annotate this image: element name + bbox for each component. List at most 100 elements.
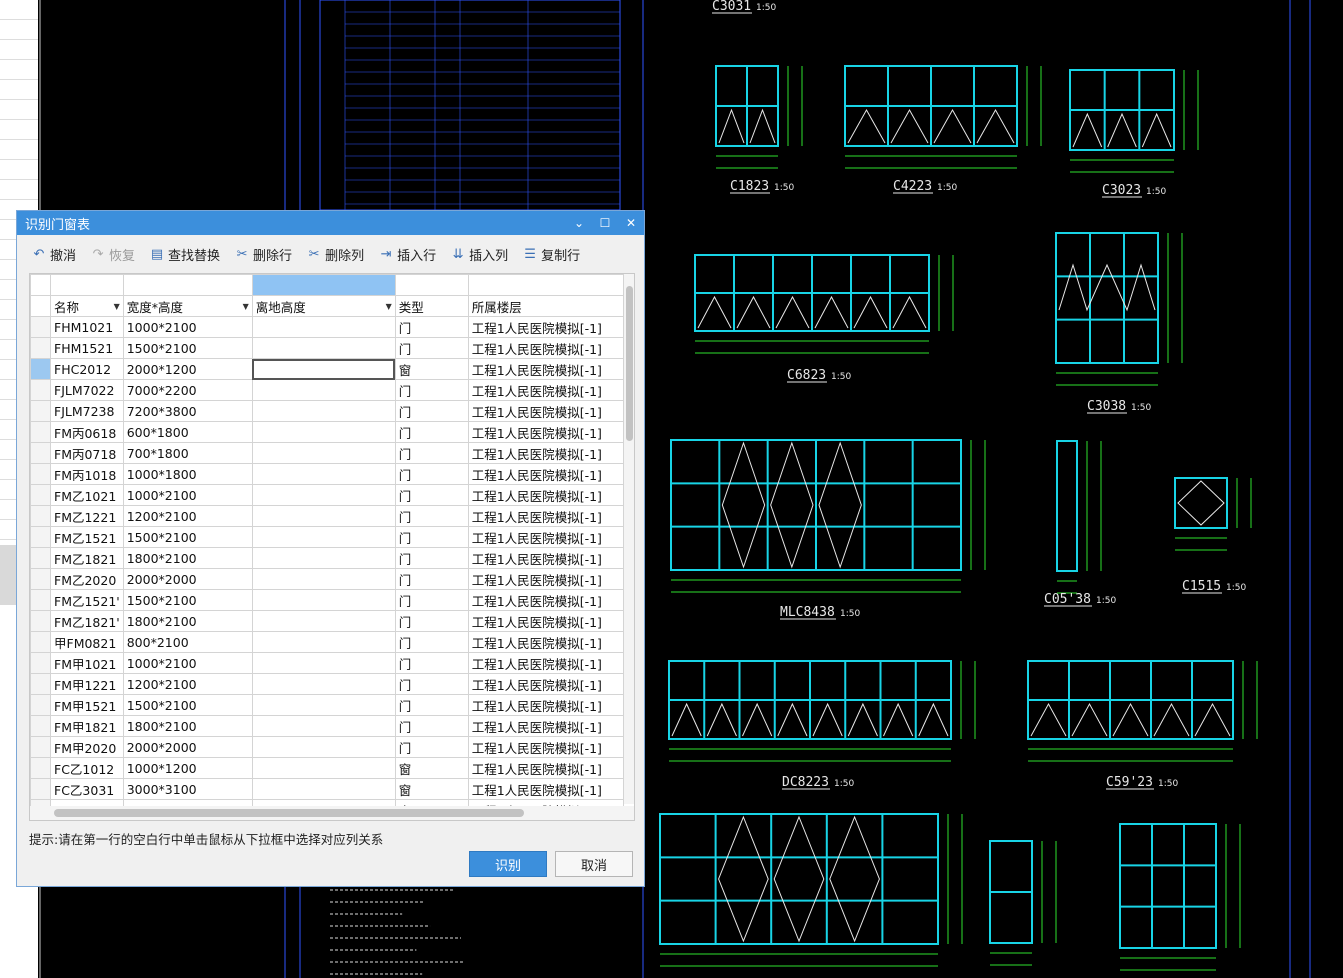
row-selector[interactable]: [31, 401, 51, 422]
table-cell[interactable]: FM甲1521: [51, 695, 124, 716]
table-cell[interactable]: [252, 737, 395, 758]
table-row[interactable]: FM乙1521 1500*2100 门工程1人民医院模拟[-1]: [31, 527, 624, 548]
dropdown-caret-icon[interactable]: ▼: [386, 302, 392, 311]
table-cell[interactable]: 1500*2100: [123, 590, 252, 611]
toolbar-undo-button[interactable]: ↶ 撤消: [31, 245, 76, 264]
row-selector[interactable]: [31, 695, 51, 716]
mapping-cell[interactable]: [252, 275, 395, 296]
table-cell[interactable]: 1200*2100: [123, 674, 252, 695]
row-selector[interactable]: [31, 464, 51, 485]
table-cell[interactable]: FM乙1221: [51, 506, 124, 527]
row-selector[interactable]: [31, 380, 51, 401]
table-cell[interactable]: 门: [395, 674, 468, 695]
row-selector[interactable]: [31, 485, 51, 506]
table-row[interactable]: FM乙1221 1200*2100 门工程1人民医院模拟[-1]: [31, 506, 624, 527]
maximize-icon[interactable]: ☐: [592, 216, 618, 230]
table-cell[interactable]: 1000*2100: [123, 653, 252, 674]
table-cell[interactable]: [252, 611, 395, 632]
table-cell[interactable]: FM丙1018: [51, 464, 124, 485]
table-cell[interactable]: 工程1人民医院模拟[-1]: [468, 779, 623, 800]
table-row[interactable]: FM乙2020 2000*2000 门工程1人民医院模拟[-1]: [31, 569, 624, 590]
table-cell[interactable]: 600*1800: [123, 422, 252, 443]
row-selector[interactable]: [31, 317, 51, 338]
table-cell[interactable]: 800*2100: [123, 632, 252, 653]
table-cell[interactable]: 1200*2100: [123, 506, 252, 527]
table-cell[interactable]: FM乙1821: [51, 548, 124, 569]
table-cell[interactable]: 门: [395, 464, 468, 485]
table-row[interactable]: FM丙0618 600*1800 门工程1人民医院模拟[-1]: [31, 422, 624, 443]
column-header[interactable]: 离地高度 ▼: [252, 296, 395, 317]
table-cell[interactable]: [252, 674, 395, 695]
row-selector[interactable]: [31, 506, 51, 527]
column-header[interactable]: 类型: [395, 296, 468, 317]
table-cell[interactable]: FM甲1221: [51, 674, 124, 695]
row-selector[interactable]: [31, 359, 51, 380]
table-cell[interactable]: 窗: [395, 779, 468, 800]
table-cell[interactable]: 门: [395, 401, 468, 422]
table-cell[interactable]: 门: [395, 506, 468, 527]
toolbar-find-replace-button[interactable]: ▤ 查找替换: [149, 245, 220, 264]
table-row[interactable]: FJLM7238 7200*3800 门工程1人民医院模拟[-1]: [31, 401, 624, 422]
table-row[interactable]: FHC2012 2000*1200 窗工程1人民医院模拟[-1]: [31, 359, 624, 380]
table-cell[interactable]: 工程1人民医院模拟[-1]: [468, 506, 623, 527]
row-selector[interactable]: [31, 338, 51, 359]
table-cell[interactable]: FJLM7022: [51, 380, 124, 401]
table-cell[interactable]: 700*1800: [123, 443, 252, 464]
row-selector[interactable]: [31, 443, 51, 464]
table-cell[interactable]: 1800*2100: [123, 716, 252, 737]
mapping-cell[interactable]: [51, 275, 124, 296]
table-cell[interactable]: 工程1人民医院模拟[-1]: [468, 359, 623, 380]
table-cell[interactable]: 7000*2200: [123, 380, 252, 401]
table-cell[interactable]: 门: [395, 632, 468, 653]
table-cell[interactable]: 门: [395, 737, 468, 758]
column-header[interactable]: 名称 ▼: [51, 296, 124, 317]
horizontal-scroll-thumb[interactable]: [54, 809, 524, 817]
row-selector[interactable]: [31, 674, 51, 695]
toolbar-copy-row-button[interactable]: ☰ 复制行: [522, 245, 580, 264]
row-selector[interactable]: [31, 611, 51, 632]
table-cell[interactable]: 2000*2000: [123, 569, 252, 590]
table-row[interactable]: FM甲1821 1800*2100 门工程1人民医院模拟[-1]: [31, 716, 624, 737]
row-selector[interactable]: [31, 527, 51, 548]
table-cell[interactable]: 门: [395, 590, 468, 611]
toolbar-redo-button[interactable]: ↷ 恢复: [90, 245, 135, 264]
vertical-scrollbar[interactable]: [624, 274, 634, 804]
table-cell[interactable]: 工程1人民医院模拟[-1]: [468, 464, 623, 485]
table-cell[interactable]: 工程1人民医院模拟[-1]: [468, 716, 623, 737]
table-cell[interactable]: 1500*2100: [123, 695, 252, 716]
table-cell[interactable]: [252, 359, 395, 380]
table-cell[interactable]: FM丙0618: [51, 422, 124, 443]
dropdown-caret-icon[interactable]: ▼: [114, 302, 120, 311]
table-cell[interactable]: 工程1人民医院模拟[-1]: [468, 737, 623, 758]
table-cell[interactable]: [252, 422, 395, 443]
table-cell[interactable]: 工程1人民医院模拟[-1]: [468, 422, 623, 443]
table-cell[interactable]: 工程1人民医院模拟[-1]: [468, 317, 623, 338]
table-cell[interactable]: [252, 338, 395, 359]
table-row[interactable]: FM丙1018 1000*1800 门工程1人民医院模拟[-1]: [31, 464, 624, 485]
table-cell[interactable]: FM甲1821: [51, 716, 124, 737]
table-row[interactable]: FHM1021 1000*2100 门工程1人民医院模拟[-1]: [31, 317, 624, 338]
row-selector[interactable]: [31, 548, 51, 569]
table-cell[interactable]: 门: [395, 653, 468, 674]
cancel-button[interactable]: 取消: [555, 851, 633, 877]
table-cell[interactable]: 工程1人民医院模拟[-1]: [468, 485, 623, 506]
toolbar-insert-column-button[interactable]: ⇊ 插入列: [450, 245, 508, 264]
table-row[interactable]: FC乙3031 3000*3100 窗工程1人民医院模拟[-1]: [31, 779, 624, 800]
table-cell[interactable]: 工程1人民医院模拟[-1]: [468, 590, 623, 611]
close-icon[interactable]: ✕: [618, 216, 644, 230]
table-cell[interactable]: [252, 590, 395, 611]
table-cell[interactable]: FM甲2020: [51, 737, 124, 758]
table-cell[interactable]: [252, 485, 395, 506]
table-cell[interactable]: 1000*2100: [123, 485, 252, 506]
table-row[interactable]: FM丙0718 700*1800 门工程1人民医院模拟[-1]: [31, 443, 624, 464]
table-cell[interactable]: [252, 716, 395, 737]
table-cell[interactable]: 门: [395, 716, 468, 737]
toolbar-delete-column-button[interactable]: ✂ 删除列: [306, 245, 364, 264]
door-window-grid[interactable]: 名称 ▼ 宽度*高度 ▼ 离地高度 ▼ 类型 所属楼层 FHM1021 1000*2100 门工程1…: [29, 273, 635, 821]
table-cell[interactable]: FM乙1521': [51, 590, 124, 611]
row-selector[interactable]: [31, 422, 51, 443]
table-row[interactable]: FM乙1021 1000*2100 门工程1人民医院模拟[-1]: [31, 485, 624, 506]
table-cell[interactable]: [252, 464, 395, 485]
table-cell[interactable]: 窗: [395, 359, 468, 380]
table-cell[interactable]: 门: [395, 569, 468, 590]
